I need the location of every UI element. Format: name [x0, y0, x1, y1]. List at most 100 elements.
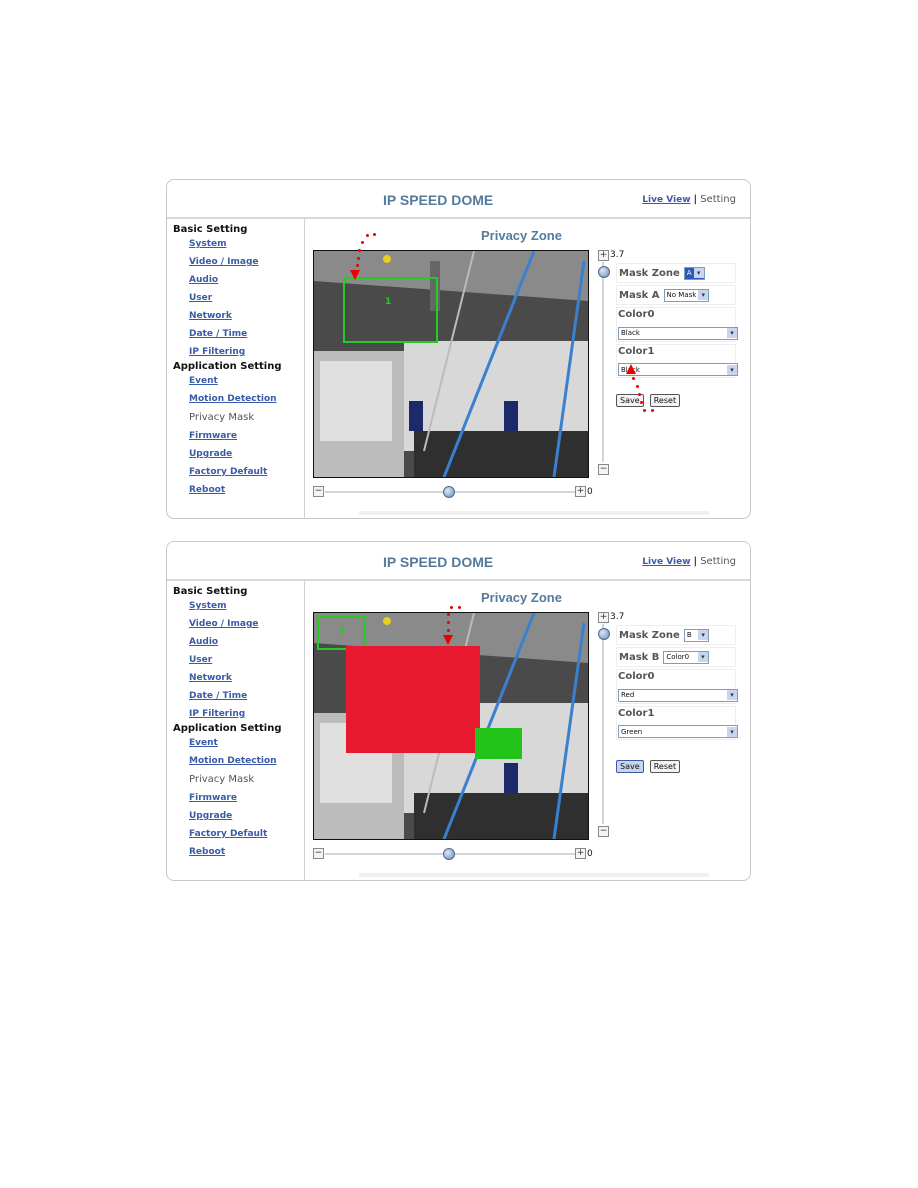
zoom-in-button[interactable]: + — [598, 250, 609, 261]
color0-block: Color0 Red ▾ — [616, 669, 738, 704]
color0-label: Color0 — [618, 671, 655, 682]
mask-value: Color0 — [666, 653, 690, 661]
nav-separator: | — [693, 194, 698, 205]
top-nav: Live View | Setting — [642, 556, 736, 567]
color0-select[interactable]: Red ▾ — [618, 688, 738, 702]
sidebar-item-motion-detection[interactable]: Motion Detection — [189, 394, 277, 404]
sidebar-item-event[interactable]: Event — [189, 738, 218, 748]
color1-value: Green — [621, 727, 643, 736]
color1-select[interactable]: Black ▾ — [618, 363, 738, 376]
zoom-value: 3.7 — [610, 250, 625, 260]
page-title: Privacy Zone — [481, 590, 562, 605]
pan-value: 0 — [587, 849, 593, 859]
privacy-zone-outline[interactable]: 1 — [317, 616, 365, 650]
zoom-out-button[interactable]: − — [598, 464, 609, 475]
mask-label: Mask B — [619, 651, 660, 663]
zoom-slider[interactable]: + 3.7 − — [598, 612, 624, 838]
sidebar-item-audio[interactable]: Audio — [189, 275, 218, 285]
reset-button[interactable]: Reset — [649, 760, 681, 773]
mask-zone-select[interactable]: B ▾ — [683, 628, 710, 642]
mask-zone-label: Mask Zone — [619, 629, 680, 641]
pan-value: 0 — [587, 487, 593, 497]
app-title: IP SPEED DOME — [383, 554, 494, 570]
setting-link: Setting — [700, 194, 736, 205]
sidebar-item-firmware[interactable]: Firmware — [189, 431, 237, 441]
pan-slider[interactable]: − + 0 — [313, 848, 595, 860]
mask-row: Mask A No Mask ▾ — [616, 285, 736, 305]
save-button[interactable]: Save — [616, 760, 644, 773]
sidebar-heading-application: Application Setting — [173, 723, 282, 734]
camera-video-view[interactable]: 1 — [313, 612, 589, 840]
mask-zone-row: Mask Zone A ▾ — [616, 263, 736, 283]
footer-bar — [359, 511, 709, 515]
zone-label: 1 — [339, 627, 346, 637]
sidebar-item-reboot[interactable]: Reboot — [189, 847, 225, 857]
pan-slider-knob[interactable] — [443, 848, 455, 860]
live-view-link[interactable]: Live View — [642, 195, 690, 205]
sidebar-item-ip-filtering[interactable]: IP Filtering — [189, 709, 245, 719]
zoom-slider-knob[interactable] — [598, 266, 610, 278]
mask-select[interactable]: Color0 ▾ — [663, 650, 709, 664]
settings-panel-2: IP SPEED DOME Live View | Setting Basic Se… — [166, 541, 751, 881]
sidebar-item-motion-detection[interactable]: Motion Detection — [189, 756, 277, 766]
zoom-track[interactable] — [602, 262, 604, 462]
sidebar-item-user[interactable]: User — [189, 655, 212, 665]
sidebar-item-system[interactable]: System — [189, 239, 227, 249]
pan-left-button[interactable]: − — [313, 848, 324, 859]
mask-zone-value: A — [686, 269, 692, 277]
privacy-zone-outline[interactable]: 1 — [343, 277, 438, 343]
zoom-slider[interactable]: + 3.7 − — [598, 250, 624, 476]
zoom-track[interactable] — [602, 624, 604, 824]
sidebar-item-firmware[interactable]: Firmware — [189, 793, 237, 803]
sidebar-item-reboot[interactable]: Reboot — [189, 485, 225, 495]
privacy-mask-color0[interactable] — [346, 646, 480, 753]
sidebar-item-event[interactable]: Event — [189, 376, 218, 386]
color0-label: Color0 — [618, 309, 655, 320]
sidebar-heading-basic: Basic Setting — [173, 224, 248, 235]
color0-value: Black — [621, 329, 640, 337]
sidebar-item-network[interactable]: Network — [189, 673, 232, 683]
privacy-mask-color1[interactable] — [475, 728, 522, 759]
sidebar-item-upgrade[interactable]: Upgrade — [189, 811, 232, 821]
sidebar-item-video-image[interactable]: Video / Image — [189, 619, 259, 629]
mask-label: Mask A — [619, 289, 660, 301]
sidebar-item-audio[interactable]: Audio — [189, 637, 218, 647]
pan-right-button[interactable]: + — [575, 848, 586, 859]
zoom-slider-knob[interactable] — [598, 628, 610, 640]
sidebar-item-factory-default[interactable]: Factory Default — [189, 829, 267, 839]
page-title: Privacy Zone — [481, 228, 562, 243]
sidebar-item-user[interactable]: User — [189, 293, 212, 303]
zoom-in-button[interactable]: + — [598, 612, 609, 623]
sidebar-item-factory-default[interactable]: Factory Default — [189, 467, 267, 477]
footer-bar — [359, 873, 709, 877]
mask-zone-select[interactable]: A ▾ — [683, 266, 705, 280]
header: IP SPEED DOME Live View | Setting — [167, 180, 750, 219]
pan-right-button[interactable]: + — [575, 486, 586, 497]
pan-left-button[interactable]: − — [313, 486, 324, 497]
settings-panel-1: IP SPEED DOME Live View | Setting Basic Se… — [166, 179, 751, 519]
sidebar-item-system[interactable]: System — [189, 601, 227, 611]
sidebar-item-privacy-mask: Privacy Mask — [189, 774, 255, 785]
pan-slider[interactable]: − + 0 — [313, 486, 595, 498]
camera-video-view[interactable]: 1 — [313, 250, 589, 478]
color1-select[interactable]: Green ▾ — [618, 725, 738, 738]
mask-select[interactable]: No Mask ▾ — [663, 288, 710, 302]
setting-link: Setting — [700, 556, 736, 567]
mask-value: No Mask — [666, 291, 697, 299]
chevron-down-icon: ▾ — [727, 364, 737, 375]
mask-controls: Mask Zone A ▾ Mask A No Mask ▾ Color0 Blac… — [616, 263, 738, 407]
sidebar-item-date-time[interactable]: Date / Time — [189, 691, 247, 701]
sidebar-item-upgrade[interactable]: Upgrade — [189, 449, 232, 459]
zoom-out-button[interactable]: − — [598, 826, 609, 837]
live-view-link[interactable]: Live View — [642, 557, 690, 567]
sidebar-item-network[interactable]: Network — [189, 311, 232, 321]
color0-select[interactable]: Black ▾ — [618, 326, 738, 340]
pan-slider-knob[interactable] — [443, 486, 455, 498]
reset-button[interactable]: Reset — [649, 394, 681, 407]
sidebar-item-video-image[interactable]: Video / Image — [189, 257, 259, 267]
mask-controls: Mask Zone B ▾ Mask B Color0 ▾ Color0 Red… — [616, 625, 738, 773]
chevron-down-icon: ▾ — [697, 652, 708, 662]
color1-block: Color1 Green ▾ — [616, 705, 738, 740]
sidebar-item-ip-filtering[interactable]: IP Filtering — [189, 347, 245, 357]
sidebar-item-date-time[interactable]: Date / Time — [189, 329, 247, 339]
